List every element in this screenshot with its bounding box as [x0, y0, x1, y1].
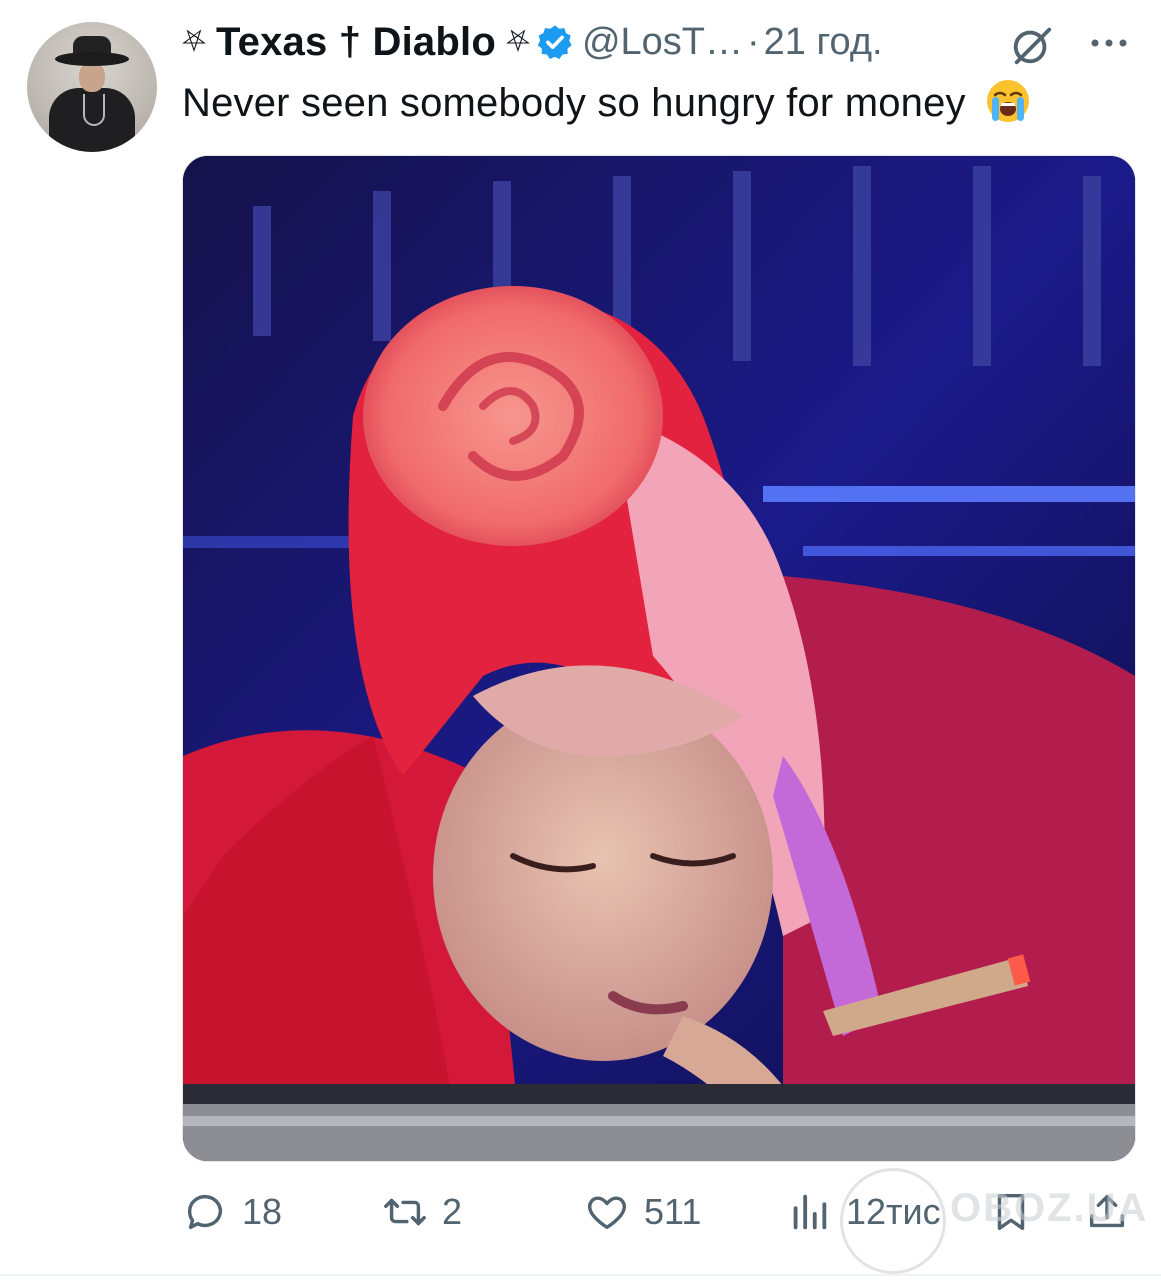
verified-badge-icon[interactable] [536, 23, 574, 61]
author-handle[interactable]: @LosT… [582, 21, 743, 64]
tweet-text: Never seen somebody so hungry for money [182, 78, 1031, 126]
tweet-body: Never seen somebody so hungry for money [182, 81, 966, 125]
reply-button[interactable]: 18 [182, 1188, 282, 1236]
repost-count: 2 [442, 1191, 463, 1232]
avatar-face [79, 62, 105, 92]
watermark-logo [840, 1168, 946, 1274]
repost-icon [384, 1198, 426, 1226]
avatar-hat-brim [55, 52, 129, 66]
watermark-text: OBOZ.UA [950, 1186, 1149, 1230]
divider [0, 1274, 1161, 1276]
more-icon[interactable] [1087, 28, 1131, 58]
post-time[interactable]: 21 год. [764, 21, 883, 64]
reply-count: 18 [242, 1191, 283, 1232]
heart-icon [588, 1196, 626, 1230]
media-illustration [183, 156, 1135, 1161]
tweet-media-photo[interactable] [182, 155, 1136, 1162]
repost-button[interactable]: 2 [382, 1188, 462, 1236]
display-name[interactable]: Texas † Diablo [216, 20, 496, 65]
pentagram-icon: ⛧ [182, 25, 206, 58]
like-button[interactable]: 511 [584, 1188, 701, 1236]
views-icon [793, 1194, 827, 1230]
loudly-crying-face-icon [987, 80, 1030, 122]
reply-icon [187, 1195, 223, 1230]
pentagram-icon: ⛧ [505, 25, 530, 58]
grok-icon[interactable] [1009, 22, 1055, 68]
like-count: 511 [644, 1191, 702, 1232]
tweet: ⛧ Texas † Diablo ⛧ @LosT… · 21 год. Neve… [0, 0, 1161, 1280]
separator-dot: · [747, 20, 760, 63]
avatar-chain [83, 94, 105, 126]
tweet-header: ⛧ Texas † Diablo ⛧ @LosT… · 21 год. [182, 16, 883, 68]
avatar[interactable] [27, 22, 157, 152]
